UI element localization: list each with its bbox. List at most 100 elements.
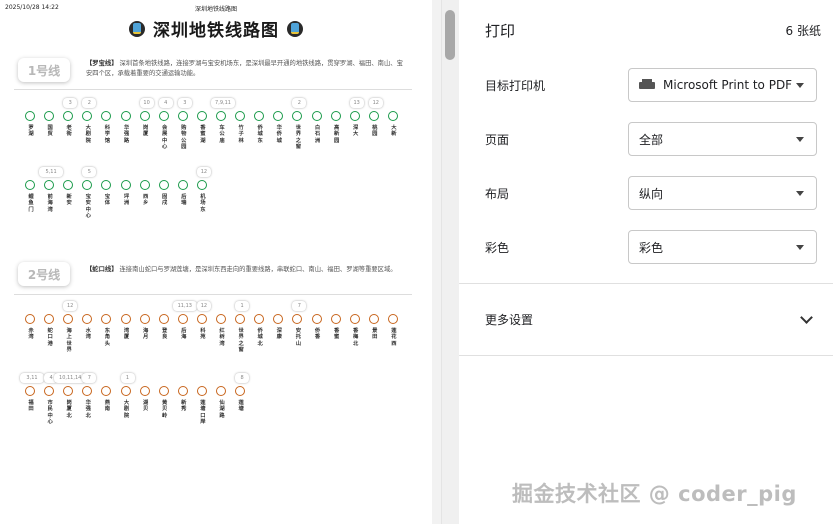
- transfer-badge: 1: [120, 373, 135, 383]
- station-name: 水湾: [85, 328, 91, 341]
- station-marker: [273, 111, 284, 121]
- station-name: 科学馆: [104, 125, 111, 144]
- preview-scrollbar[interactable]: [441, 0, 461, 524]
- station-name: 华侨城: [276, 125, 282, 144]
- station-name: 新安: [66, 194, 72, 207]
- station-name: 赤湾: [28, 328, 34, 341]
- station-marker: [158, 111, 169, 121]
- transfer-badge: 11,13: [172, 301, 197, 311]
- station-marker: [235, 314, 246, 324]
- station-name: 世界之窗: [238, 328, 244, 353]
- station-name: 市民中心: [47, 400, 53, 425]
- transfer-badge: 12: [368, 98, 383, 108]
- station-name: 深大: [353, 125, 359, 138]
- transfer-badge: 12: [196, 167, 211, 177]
- station-name: 福田: [28, 400, 34, 413]
- station-marker: [158, 386, 169, 396]
- station-name: 海月: [142, 328, 149, 341]
- station-name: 大新: [391, 125, 397, 138]
- panel-divider: [459, 283, 833, 284]
- station-name: 桃园: [372, 125, 378, 138]
- station-marker: [254, 314, 265, 324]
- layout-value: 纵向: [639, 186, 664, 201]
- station-marker: [311, 314, 322, 324]
- more-settings-toggle[interactable]: 更多设置: [485, 311, 533, 328]
- transfer-badge: 10: [139, 98, 154, 108]
- station-name: 湾厦: [123, 328, 130, 341]
- station-marker: [368, 314, 379, 324]
- station-marker: [387, 111, 398, 121]
- station-name: 华强路: [123, 125, 130, 144]
- transfer-badge: 4: [158, 98, 173, 108]
- station-name: 登良: [162, 328, 168, 341]
- color-label: 彩色: [485, 241, 510, 255]
- color-select[interactable]: 彩色: [628, 230, 817, 264]
- pages-select[interactable]: 全部: [628, 122, 817, 156]
- station-marker: [82, 386, 93, 396]
- station-name: 侨香: [314, 328, 321, 341]
- station-name: 宝体: [104, 194, 111, 207]
- preview-page: 2025/10/28 14:22 深圳地铁线路图 深圳地铁线路图 1号线 【罗宝…: [0, 0, 432, 524]
- station-name: 前海湾: [47, 194, 53, 213]
- transfer-badge: 7,9,11: [211, 98, 235, 108]
- station-marker: [101, 111, 112, 121]
- station-name: 鲤鱼门: [28, 194, 34, 213]
- station-name: 燕南: [104, 400, 111, 413]
- station-marker: [196, 111, 207, 121]
- layout-select[interactable]: 纵向: [628, 176, 817, 210]
- station-marker: [25, 111, 35, 121]
- transfer-badge: 13: [349, 98, 364, 108]
- chevron-down-icon[interactable]: [800, 311, 813, 324]
- station-name: 高新园: [333, 125, 340, 144]
- station-name: 湖贝: [142, 400, 149, 413]
- transfer-badge: 7: [82, 373, 97, 383]
- station-name: 莲塘口岸: [200, 400, 206, 425]
- station-name: 深康: [276, 328, 282, 341]
- station-name: 西乡: [142, 194, 149, 207]
- station-name: 大剧院: [85, 125, 91, 144]
- station-name: 机场东: [200, 194, 206, 213]
- station-marker: [120, 180, 131, 190]
- station-name: 华强北: [85, 400, 91, 419]
- station-marker: [82, 314, 93, 324]
- station-marker: [177, 180, 188, 190]
- station-marker: [44, 111, 55, 121]
- print-preview-pane: 2025/10/28 14:22 深圳地铁线路图 深圳地铁线路图 1号线 【罗宝…: [0, 0, 441, 524]
- station-marker: [158, 180, 169, 190]
- station-marker: [177, 111, 188, 121]
- station-marker: [216, 111, 226, 121]
- station-marker: [177, 314, 188, 324]
- station-name: 红树湾: [219, 328, 225, 347]
- station-marker: [139, 180, 150, 190]
- pages-label: 页面: [485, 133, 510, 147]
- station-name: 岗厦: [142, 125, 149, 138]
- station-marker: [196, 386, 207, 396]
- transfer-badge: 8: [235, 373, 250, 383]
- station-marker: [158, 314, 169, 324]
- station-name: 坪洲: [123, 194, 130, 207]
- station-marker: [44, 386, 55, 396]
- station-marker: [25, 314, 35, 324]
- station-name: 莲塘: [238, 400, 244, 413]
- station-name: 固戍: [162, 194, 168, 207]
- print-settings-panel: 打印 6 张纸 目标打印机 Microsoft Print to PDF 页面 …: [459, 0, 833, 524]
- destination-select[interactable]: Microsoft Print to PDF: [628, 68, 817, 102]
- preview-scrollbar-thumb[interactable]: [445, 10, 455, 60]
- station-marker: [216, 314, 226, 324]
- station-map: 罗湖 国贸 3 老街 2 大剧院 科学馆 华强路 10 岗厦 4 会展中心 3 购物公园 香蜜湖 7,9,11…: [0, 0, 432, 524]
- station-marker: [101, 314, 112, 324]
- station-marker: [235, 386, 246, 396]
- station-marker: [25, 386, 35, 396]
- station-name: 罗湖: [28, 125, 34, 138]
- station-marker: [63, 314, 74, 324]
- station-marker: [120, 386, 131, 396]
- station-name: 景田: [372, 328, 378, 341]
- station-marker: [196, 314, 207, 324]
- station-name: 侨城东: [257, 125, 263, 144]
- station-marker: [177, 386, 188, 396]
- caret-down-icon: [796, 137, 804, 142]
- station-name: 老街: [66, 125, 72, 138]
- station-name: 会展中心: [162, 125, 168, 150]
- transfer-badge: 3: [63, 98, 78, 108]
- station-marker: [82, 180, 93, 190]
